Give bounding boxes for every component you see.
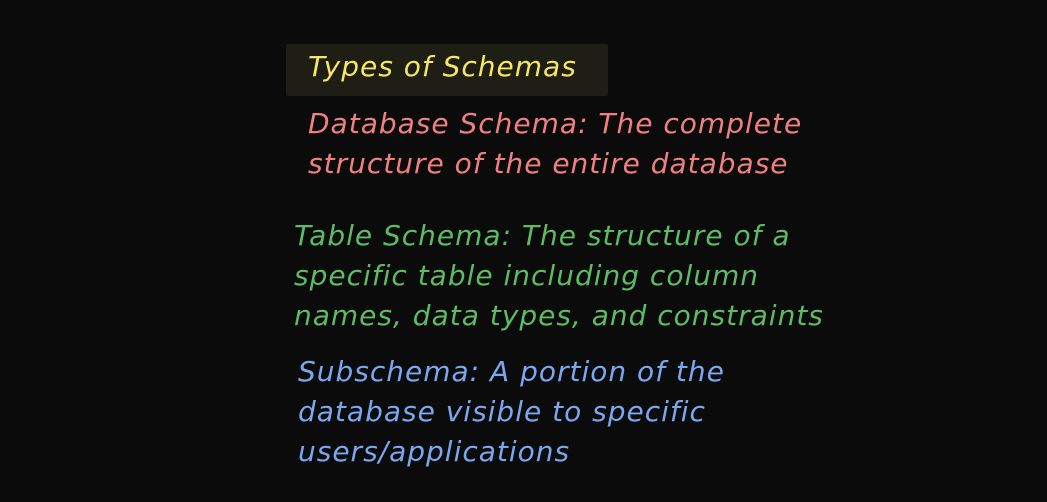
subschema-line-3: users/applications [298, 435, 571, 468]
database-schema-line-2: structure of the entire database [308, 147, 789, 180]
subschema-line-1: Subschema: A portion of the [298, 355, 725, 388]
database-schema-definition: Database Schema: The complete structure … [308, 104, 802, 184]
subschema-line-2: database visible to specific [298, 395, 706, 428]
slide-title: Types of Schemas [308, 50, 577, 83]
table-schema-line-3: names, data types, and constraints [294, 299, 824, 332]
table-schema-line-1: Table Schema: The structure of a [294, 219, 791, 252]
slide-canvas: Types of Schemas Database Schema: The co… [0, 0, 1047, 502]
database-schema-line-1: Database Schema: The complete [308, 107, 803, 140]
table-schema-line-2: specific table including column [294, 259, 759, 292]
subschema-definition: Subschema: A portion of the database vis… [298, 352, 725, 472]
table-schema-definition: Table Schema: The structure of a specifi… [294, 216, 824, 336]
